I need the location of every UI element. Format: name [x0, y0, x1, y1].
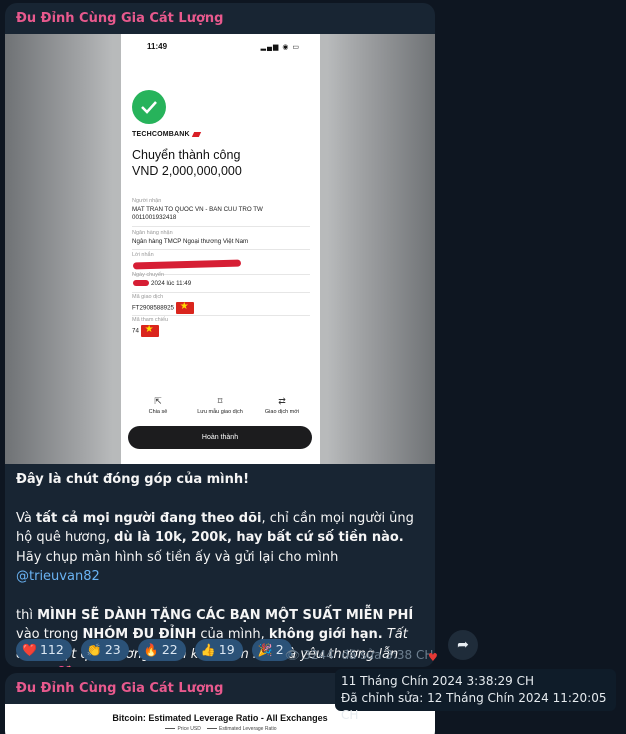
recipient-name: MAT TRAN TO QUOC VN - BAN CUU TRO TW — [132, 206, 263, 213]
divider — [132, 315, 310, 316]
reference-label: Mã tham chiếu — [132, 317, 169, 323]
text-bold: tất cả mọi người đang theo dõi — [35, 510, 262, 526]
forward-button[interactable]: ➦ — [448, 630, 478, 660]
success-check-icon — [132, 90, 166, 124]
heart-icon: ❤️ — [22, 643, 37, 657]
reaction-thumbs-up[interactable]: 👍 19 — [194, 639, 243, 661]
text-bold: dù là 10k, 200k, hay bất cứ số tiền nào. — [114, 530, 404, 545]
transfer-amount: VND 2,000,000,000 — [132, 164, 242, 178]
edited-time: Đã chỉnh sửa: 12 Tháng Chín 2024 11:20:0… — [341, 691, 607, 722]
transfer-title: Chuyển thành công — [132, 148, 241, 162]
share-icon: ⇱ — [154, 396, 162, 406]
reaction-count: 22 — [161, 642, 178, 657]
bank-receipt-screenshot: 11:49 ▂▄▆ ◉ ▭ TECHCOMBANK Chuyển thành c… — [121, 34, 320, 464]
sparkling-heart-icon: 💖 — [57, 666, 73, 667]
text-span: thì — [16, 607, 38, 623]
transaction-id: FT2908588925 — [132, 301, 194, 314]
reaction-heart[interactable]: ❤️ 112 — [16, 639, 72, 661]
date-value: 2024 lúc 11:49 — [151, 280, 192, 287]
message-meta: 👁 3244 đã sửa 3:38 CH — [285, 648, 433, 662]
swap-icon: ⇄ — [278, 396, 286, 406]
sender-name[interactable]: Đu Đỉnh Cùng Gia Cát Lượng — [5, 3, 435, 34]
save-template-action: ⌑ Lưu mẫu giao dịch — [190, 396, 250, 415]
clap-icon: 👏 — [86, 643, 102, 657]
reaction-count: 23 — [104, 642, 121, 657]
photo-attachment[interactable]: 11:49 ▂▄▆ ◉ ▭ TECHCOMBANK Chuyển thành c… — [5, 34, 435, 464]
eye-icon: 👁 — [285, 648, 301, 662]
red-redaction-mark — [133, 280, 149, 286]
bookmark-icon: ⌑ — [217, 396, 223, 406]
transaction-label: Mã giao dịch — [132, 294, 164, 300]
phone-signal-icon: ▂▄▆ ◉ ▭ — [260, 44, 300, 51]
reaction-fire[interactable]: 🔥 22 — [137, 639, 186, 661]
done-button: Hoàn thành — [128, 426, 312, 449]
reference-value: 74 — [132, 324, 159, 337]
reaction-count: 2 — [275, 642, 284, 657]
timestamp-tooltip: 11 Tháng Chín 2024 3:38:29 CH Đã chỉnh s… — [335, 669, 616, 722]
chart-legend: Price USD Estimated Leverage Ratio — [5, 726, 435, 732]
bank-name: Ngân hàng TMCP Ngoại thương Việt Nam — [132, 238, 249, 245]
sent-time: 11 Tháng Chín 2024 3:38:29 CH — [341, 674, 534, 688]
message-bubble[interactable]: Đu Đỉnh Cùng Gia Cát Lượng 11:49 ▂▄▆ ◉ ▭… — [5, 3, 435, 667]
divider — [132, 249, 310, 250]
recipient-label: Người nhận — [132, 198, 162, 204]
recipient-account: 0011001932418 — [132, 214, 177, 221]
note-label: Lời nhắn — [132, 252, 154, 258]
text-intro: Đây là chút đóng góp của mình! — [16, 472, 250, 487]
phone-status-time: 11:49 — [147, 42, 168, 51]
red-redaction-mark — [132, 259, 242, 270]
date-label: Ngày chuyển — [132, 272, 165, 278]
text-bold: MÌNH SẼ DÀNH TẶNG CÁC BẠN MỘT SUẤT MIỄN … — [37, 607, 414, 623]
legend-price: Price USD — [177, 726, 201, 732]
forward-arrow-icon: ➦ — [457, 637, 469, 653]
divider — [132, 226, 310, 227]
vietnam-flag-icon — [140, 324, 159, 337]
receipt-actions: ⇱ Chia sẻ ⌑ Lưu mẫu giao dịch ⇄ Giao dịch m… — [121, 396, 320, 420]
bank-label: Ngân hàng nhận — [132, 230, 173, 236]
legend-ratio: Estimated Leverage Ratio — [218, 726, 277, 732]
reaction-clap[interactable]: 👏 23 — [80, 639, 129, 661]
vietnam-flag-icon — [175, 301, 194, 314]
user-mention-link[interactable]: @trieuvan82 — [16, 569, 100, 584]
text-span: Hãy chụp màn hình số tiền ấy và gửi lại … — [16, 549, 339, 565]
text-span: Và — [16, 510, 36, 526]
reaction-count: 112 — [39, 642, 64, 657]
view-count: 3244 — [303, 648, 334, 662]
edited-timestamp[interactable]: đã sửa 3:38 CH — [341, 648, 433, 662]
bank-logo: TECHCOMBANK — [132, 131, 201, 138]
divider — [132, 292, 310, 293]
fire-icon: 🔥 — [143, 643, 159, 657]
message-text: Đây là chút đóng góp của mình! Và tất cả… — [16, 470, 426, 667]
reaction-count: 19 — [218, 642, 235, 657]
share-action: ⇱ Chia sẻ — [128, 396, 188, 415]
party-popper-icon: 🎉 — [257, 643, 273, 657]
thumbs-up-icon: 👍 — [200, 643, 216, 657]
new-transaction-action: ⇄ Giao dịch mới — [252, 396, 312, 415]
reactions-bar: ❤️ 112 👏 23 🔥 22 👍 19 🎉 2 — [16, 639, 296, 661]
heart-icon: ♥ — [428, 651, 438, 664]
